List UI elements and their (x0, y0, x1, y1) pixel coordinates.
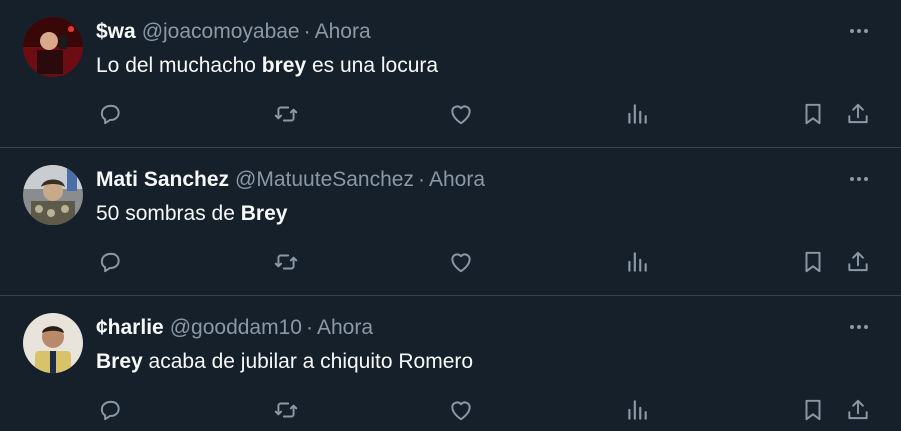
display-name[interactable]: ¢harlie (96, 316, 164, 339)
views-bar-chart-icon[interactable] (622, 395, 652, 425)
timestamp[interactable]: Ahora (429, 168, 485, 191)
avatar[interactable] (23, 17, 83, 77)
timestamp[interactable]: Ahora (317, 316, 373, 339)
tweet-feed: $wa @joacomoyabae · Ahora Lo del muchacho b… (0, 0, 901, 431)
bookmark-icon[interactable] (798, 395, 828, 425)
tweet-text-highlight: Brey (96, 350, 143, 373)
tweet[interactable]: Mati Sanchez @MatuuteSanchez · Ahora 50 som… (0, 148, 901, 296)
retweet-icon[interactable] (271, 99, 301, 129)
bookmark-icon[interactable] (798, 247, 828, 277)
heart-icon[interactable] (446, 99, 476, 129)
views-bar-chart-icon[interactable] (622, 247, 652, 277)
reply-icon[interactable] (95, 247, 125, 277)
more-dots-icon[interactable] (847, 315, 871, 339)
tweet-text: 50 sombras de Brey (96, 200, 287, 228)
heart-icon[interactable] (446, 247, 476, 277)
retweet-icon[interactable] (271, 395, 301, 425)
tweet-header: ¢harlie @gooddam10 · Ahora (96, 314, 373, 342)
views-bar-chart-icon[interactable] (622, 99, 652, 129)
tweet-text-part: 50 sombras de (96, 202, 241, 225)
action-bar (0, 99, 901, 129)
tweet-text: Lo del muchacho brey es una locura (96, 52, 438, 80)
tweet-header: $wa @joacomoyabae · Ahora (96, 18, 371, 46)
tweet-text-part: acaba de jubilar a chiquito Romero (142, 350, 474, 373)
action-bar (0, 395, 901, 425)
tweet-text: Brey acaba de jubilar a chiquito Romero (96, 348, 473, 376)
share-icon[interactable] (843, 395, 873, 425)
tweet[interactable]: ¢harlie @gooddam10 · Ahora Brey acaba de ju… (0, 296, 901, 431)
timestamp[interactable]: Ahora (315, 20, 371, 43)
tweet-text-part: Lo del muchacho (96, 54, 262, 77)
avatar[interactable] (23, 165, 83, 225)
heart-icon[interactable] (446, 395, 476, 425)
display-name[interactable]: $wa (96, 20, 136, 43)
handle[interactable]: @gooddam10 (170, 316, 302, 339)
separator-dot: · (417, 168, 425, 191)
separator-dot: · (305, 316, 313, 339)
separator-dot: · (303, 20, 311, 43)
tweet-text-part: es una locura (306, 54, 439, 77)
share-icon[interactable] (843, 247, 873, 277)
tweet-header: Mati Sanchez @MatuuteSanchez · Ahora (96, 166, 485, 194)
handle[interactable]: @MatuuteSanchez (235, 168, 414, 191)
display-name[interactable]: Mati Sanchez (96, 168, 229, 191)
retweet-icon[interactable] (271, 247, 301, 277)
action-bar (0, 247, 901, 277)
avatar[interactable] (23, 313, 83, 373)
share-icon[interactable] (843, 99, 873, 129)
tweet[interactable]: $wa @joacomoyabae · Ahora Lo del muchacho b… (0, 0, 901, 148)
tweet-text-highlight: Brey (240, 202, 288, 225)
tweet-text-highlight: brey (261, 54, 307, 77)
reply-icon[interactable] (95, 395, 125, 425)
more-dots-icon[interactable] (847, 19, 871, 43)
handle[interactable]: @joacomoyabae (142, 20, 300, 43)
bookmark-icon[interactable] (798, 99, 828, 129)
reply-icon[interactable] (95, 99, 125, 129)
more-dots-icon[interactable] (847, 167, 871, 191)
